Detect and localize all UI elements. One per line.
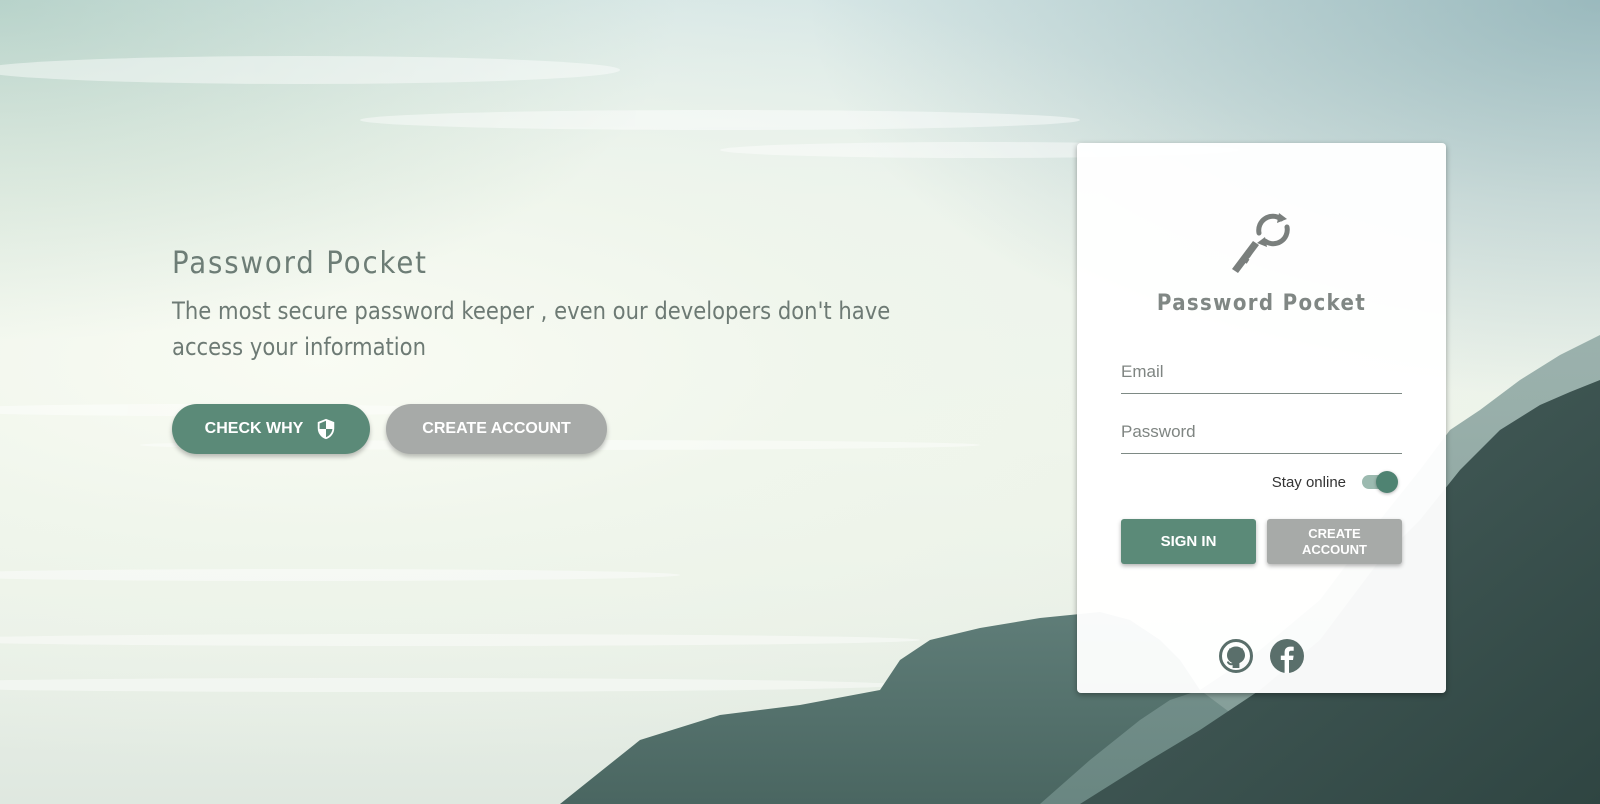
- facebook-icon[interactable]: [1270, 639, 1304, 673]
- shield-icon: [315, 418, 337, 440]
- hero-create-account-button[interactable]: CREATE ACCOUNT: [386, 404, 607, 454]
- social-links: [1077, 639, 1446, 673]
- sign-in-button[interactable]: SIGN IN: [1121, 519, 1256, 564]
- key-refresh-logo-icon: [1232, 213, 1290, 273]
- stay-online-label: Stay online: [1271, 473, 1346, 491]
- stay-online-row: Stay online: [1272, 470, 1398, 494]
- hero-section: Password Pocket The most secure password…: [172, 246, 992, 365]
- hero-title: Password Pocket: [172, 246, 428, 281]
- card-create-account-button[interactable]: CREATE ACCOUNT: [1267, 519, 1402, 564]
- email-field[interactable]: [1121, 355, 1402, 394]
- stay-online-toggle[interactable]: [1360, 470, 1398, 494]
- hero-subtitle: The most secure password keeper , even o…: [172, 297, 891, 361]
- card-title: Password Pocket: [1156, 291, 1367, 316]
- check-why-label: CHECK WHY: [204, 420, 304, 437]
- toggle-knob: [1376, 471, 1398, 493]
- login-card: Password Pocket Stay online SIGN IN CREA…: [1077, 143, 1446, 693]
- hero-actions: CHECK WHY CREATE ACCOUNT: [172, 404, 607, 454]
- login-page: Password Pocket The most secure password…: [0, 0, 1600, 804]
- check-why-button[interactable]: CHECK WHY: [172, 404, 370, 454]
- password-field[interactable]: [1121, 415, 1402, 454]
- github-icon[interactable]: [1219, 639, 1253, 673]
- card-create-account-label: CREATE ACCOUNT: [1302, 525, 1367, 557]
